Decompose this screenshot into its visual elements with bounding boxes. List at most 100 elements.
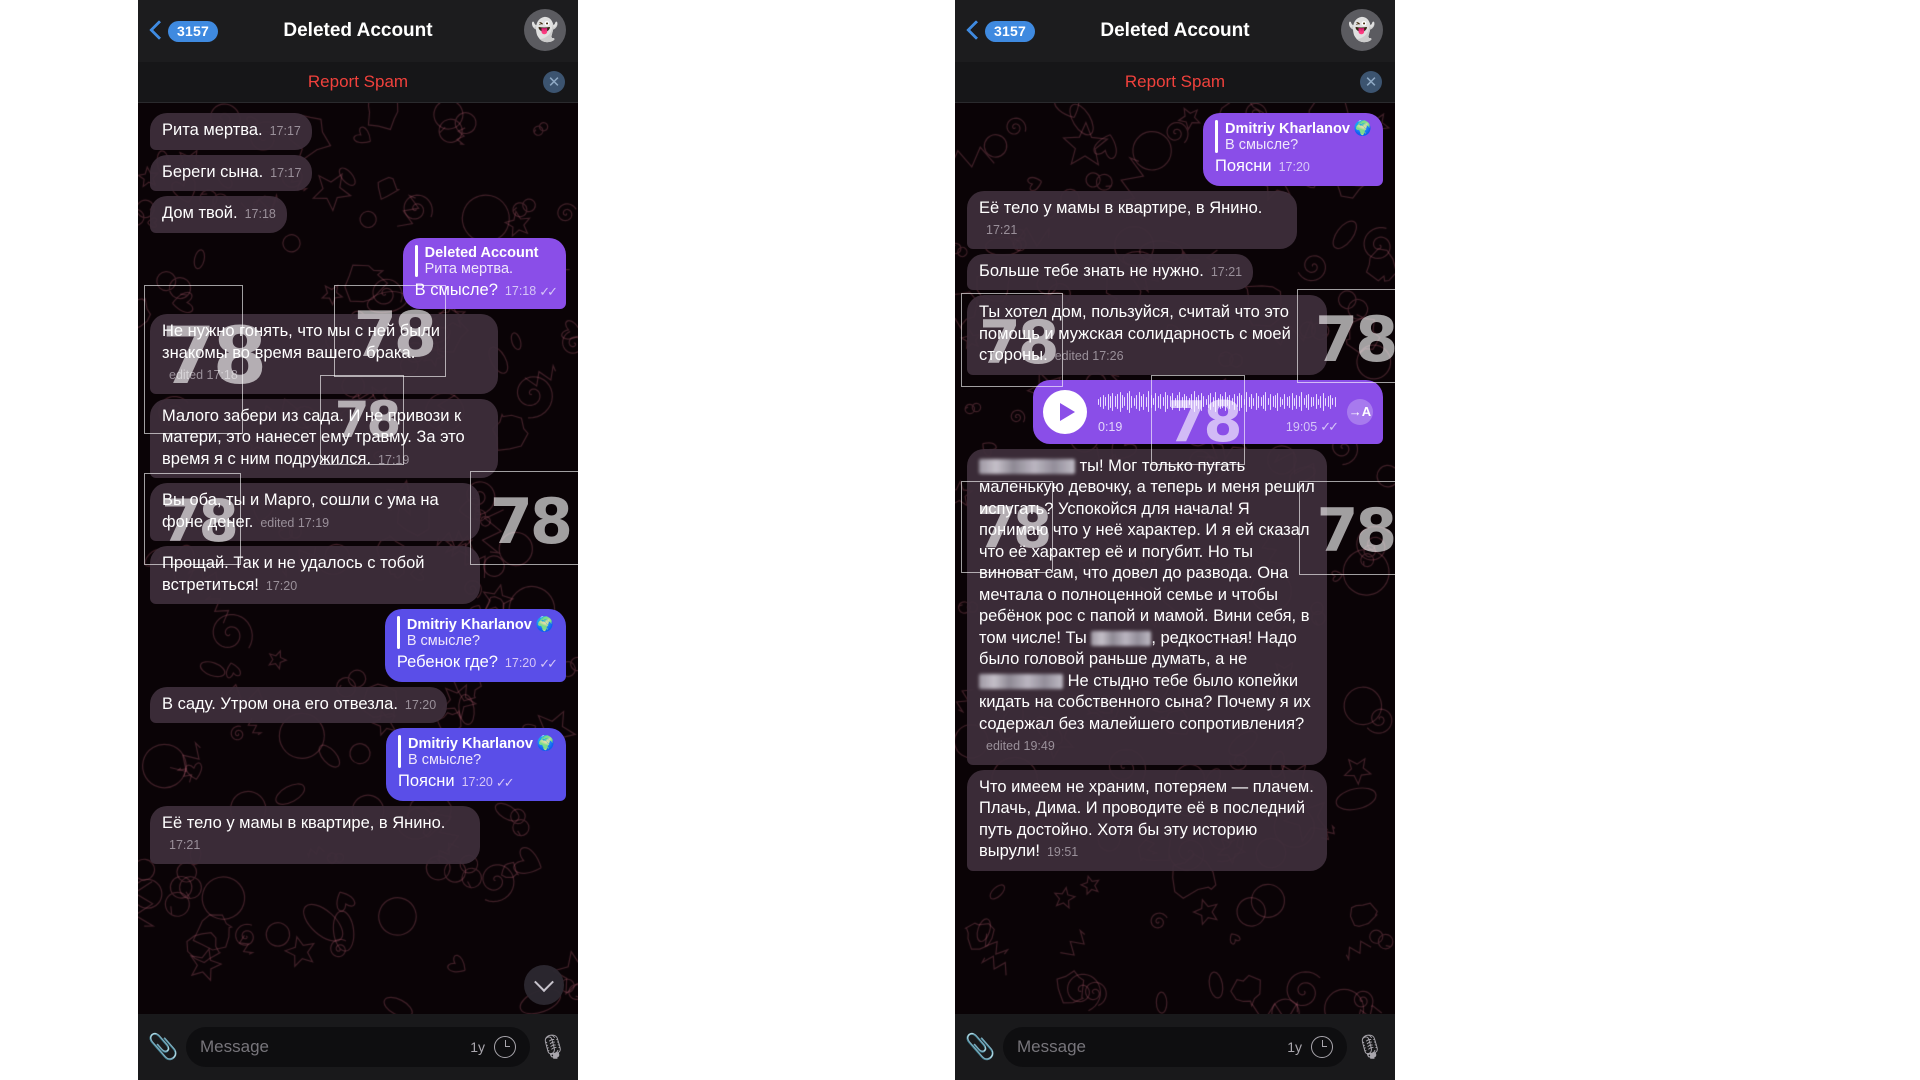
message-row: Малого забери из сада. И не привози к ма… (150, 398, 566, 478)
message-bubble[interactable]: Рита мертва. 17:17 (150, 113, 312, 150)
clock-icon-left[interactable] (494, 1036, 516, 1058)
message-timestamp: 17:20 (404, 697, 437, 712)
ttl-label-right: 1y (1287, 1039, 1302, 1055)
phone-screen-right: 3157 Deleted Account 👻 Report Spam ✕ Dmi… (955, 0, 1395, 1080)
read-receipt-icon: ✓✓ (539, 656, 558, 671)
navigation-bar-left: 3157 Deleted Account 👻 (138, 0, 578, 62)
message-placeholder-right: Message (1017, 1037, 1086, 1056)
message-bubble[interactable]: Dmitriy Kharlanov 🌍 В смысле? Поясни 17:2… (1203, 113, 1383, 186)
reply-preview: В смысле? (406, 633, 481, 649)
message-timestamp: 17:21 (169, 838, 201, 852)
voice-message[interactable]: 0:19 19:05 ✓✓ →A (1033, 380, 1383, 444)
reply-quote[interactable]: Deleted Account Рита мертва. (414, 244, 555, 277)
message-timestamp: 17:20 ✓✓ (505, 653, 558, 675)
message-bubble[interactable]: Deleted Account Рита мертва. В смысле? 17… (402, 237, 566, 309)
unread-badge-left: 3157 (168, 20, 218, 42)
message-bubble[interactable]: ты! Мог только пугать маленькую девочку,… (967, 448, 1327, 765)
transcribe-icon[interactable]: →A (1347, 398, 1373, 425)
reply-author: Dmitriy Kharlanov 🌍 (1225, 121, 1372, 137)
message-text: Её тело у мамы в квартире, в Янино.17:21 (979, 198, 1286, 242)
reply-accent-bar (396, 616, 400, 649)
message-row: Dmitriy Kharlanov 🌍 В смысле? Ребенок гд… (150, 609, 566, 682)
message-row: Прощай. Так и не удалось с тобой встрети… (150, 546, 566, 604)
reply-author: Deleted Account (424, 244, 539, 261)
message-bubble[interactable]: Дом твой. 17:18 (150, 196, 287, 233)
screenshot-canvas: 3157 Deleted Account 👻 Report Spam ✕ Рит… (0, 0, 1920, 1080)
avatar-right[interactable]: 👻 (1341, 9, 1383, 51)
navigation-bar-right: 3157 Deleted Account 👻 (955, 0, 1395, 62)
play-icon[interactable] (1043, 389, 1087, 434)
message-timestamp: 17:19 (378, 452, 410, 467)
attach-icon-right[interactable]: 📎 (964, 1033, 995, 1061)
report-spam-button-right[interactable]: Report Spam (1125, 72, 1225, 92)
back-button-right[interactable]: 3157 (967, 20, 1035, 42)
reply-quote[interactable]: Dmitriy Kharlanov 🌍 В смысле? (1215, 120, 1372, 153)
reply-quote[interactable]: Dmitriy Kharlanov 🌍 В смысле? (398, 735, 555, 768)
reply-author: Dmitriy Kharlanov 🌍 (408, 736, 555, 752)
message-bubble[interactable]: 0:19 19:05 ✓✓ →A (1033, 379, 1383, 444)
message-bubble[interactable]: Прощай. Так и не удалось с тобой встрети… (150, 546, 480, 604)
composer-left: 📎 Message 1y 🎙 (138, 1014, 578, 1080)
close-icon-left[interactable]: ✕ (543, 71, 565, 93)
message-text: Береги сына. 17:17 (162, 162, 301, 185)
message-row: Её тело у мамы в квартире, в Янино.17:21 (967, 190, 1383, 249)
report-spam-bar-right: Report Spam ✕ (955, 62, 1395, 103)
chat-scroll-left[interactable]: Рита мертва. 17:17 Береги сына. 17:17 Дом тв… (138, 103, 578, 1015)
waveform[interactable] (1098, 389, 1336, 415)
read-receipt-icon: ✓✓ (1320, 418, 1339, 434)
microphone-icon-left[interactable]: 🎙 (538, 1033, 568, 1062)
message-timestamp: edited 17:26 (1054, 349, 1124, 363)
censored-text (979, 673, 1063, 689)
message-text: Рита мертва. 17:17 (162, 120, 301, 143)
message-bubble[interactable]: Её тело у мамы в квартире, в Янино.17:21 (967, 190, 1297, 249)
message-bubble[interactable]: Малого забери из сада. И не привози к ма… (150, 398, 498, 478)
microphone-icon-right[interactable]: 🎙 (1355, 1033, 1385, 1062)
message-text: Малого забери из сада. И не привози к ма… (162, 406, 487, 472)
message-text: Поясни 17:20 (1215, 156, 1372, 179)
censored-text (979, 458, 1075, 474)
avatar-left[interactable]: 👻 (524, 9, 566, 51)
message-text: Её тело у мамы в квартире, в Янино.17:21 (162, 813, 469, 857)
message-bubble[interactable]: Dmitriy Kharlanov 🌍 В смысле? Поясни 17:2… (386, 728, 566, 801)
message-row: В саду. Утром она его отвезла. 17:20 (150, 686, 566, 723)
message-timestamp: 17:17 (270, 165, 302, 180)
message-bubble[interactable]: Ты хотел дом, пользуйся, считай что это … (967, 295, 1327, 375)
clock-icon-right[interactable] (1311, 1036, 1333, 1058)
message-text: Вы оба, ты и Марго, сошли с ума на фоне … (162, 490, 469, 534)
message-timestamp: 17:20 (1278, 160, 1310, 174)
message-row: Рита мертва. 17:17 (150, 113, 566, 150)
message-input-left[interactable]: Message 1y (186, 1027, 530, 1067)
message-bubble[interactable]: Вы оба, ты и Марго, сошли с ума на фоне … (150, 483, 480, 541)
message-text: Не нужно гонять, что мы с ней были знако… (162, 321, 487, 387)
chat-scroll-right[interactable]: Dmitriy Kharlanov 🌍 В смысле? Поясни 17:2… (955, 103, 1395, 1015)
report-spam-button-left[interactable]: Report Spam (308, 72, 408, 92)
message-bubble[interactable]: Береги сына. 17:17 (150, 154, 313, 191)
message-bubble[interactable]: В саду. Утром она его отвезла. 17:20 (150, 686, 448, 723)
message-text: Дом твой. 17:18 (162, 203, 276, 226)
message-timestamp: 17:21 (1210, 264, 1243, 279)
message-bubble[interactable]: Её тело у мамы в квартире, в Янино.17:21 (150, 805, 480, 864)
reply-accent-bar (414, 244, 418, 277)
message-input-right[interactable]: Message 1y (1003, 1027, 1347, 1067)
message-row: Что имеем не храним, потеряем — плачем. … (967, 769, 1383, 871)
message-bubble[interactable]: Dmitriy Kharlanov 🌍 В смысле? Ребенок гд… (384, 609, 566, 682)
message-row: Её тело у мамы в квартире, в Янино.17:21 (150, 805, 566, 864)
scroll-to-bottom-button[interactable] (524, 965, 564, 1005)
message-bubble[interactable]: Не нужно гонять, что мы с ней были знако… (150, 314, 498, 394)
message-bubble[interactable]: Что имеем не храним, потеряем — плачем. … (967, 769, 1327, 871)
unread-badge-right: 3157 (985, 20, 1035, 42)
message-bubble[interactable]: Больше тебе знать не нужно. 17:21 (967, 253, 1254, 290)
message-row: Ты хотел дом, пользуйся, считай что это … (967, 295, 1383, 375)
ttl-label-left: 1y (470, 1039, 485, 1055)
message-timestamp: 17:20 ✓✓ (462, 772, 515, 794)
report-spam-bar-left: Report Spam ✕ (138, 62, 578, 103)
read-receipt-icon: ✓✓ (539, 283, 558, 299)
close-icon-right[interactable]: ✕ (1360, 71, 1382, 93)
message-timestamp: 17:18 (244, 207, 276, 221)
reply-quote[interactable]: Dmitriy Kharlanov 🌍 В смысле? (396, 616, 555, 649)
message-timestamp: 17:18 ✓✓ (505, 281, 558, 303)
message-row: Dmitriy Kharlanov 🌍 В смысле? Поясни 17:2… (150, 728, 566, 801)
attach-icon-left[interactable]: 📎 (147, 1033, 178, 1061)
back-button-left[interactable]: 3157 (150, 20, 218, 42)
reply-preview: В смысле? (408, 752, 482, 768)
